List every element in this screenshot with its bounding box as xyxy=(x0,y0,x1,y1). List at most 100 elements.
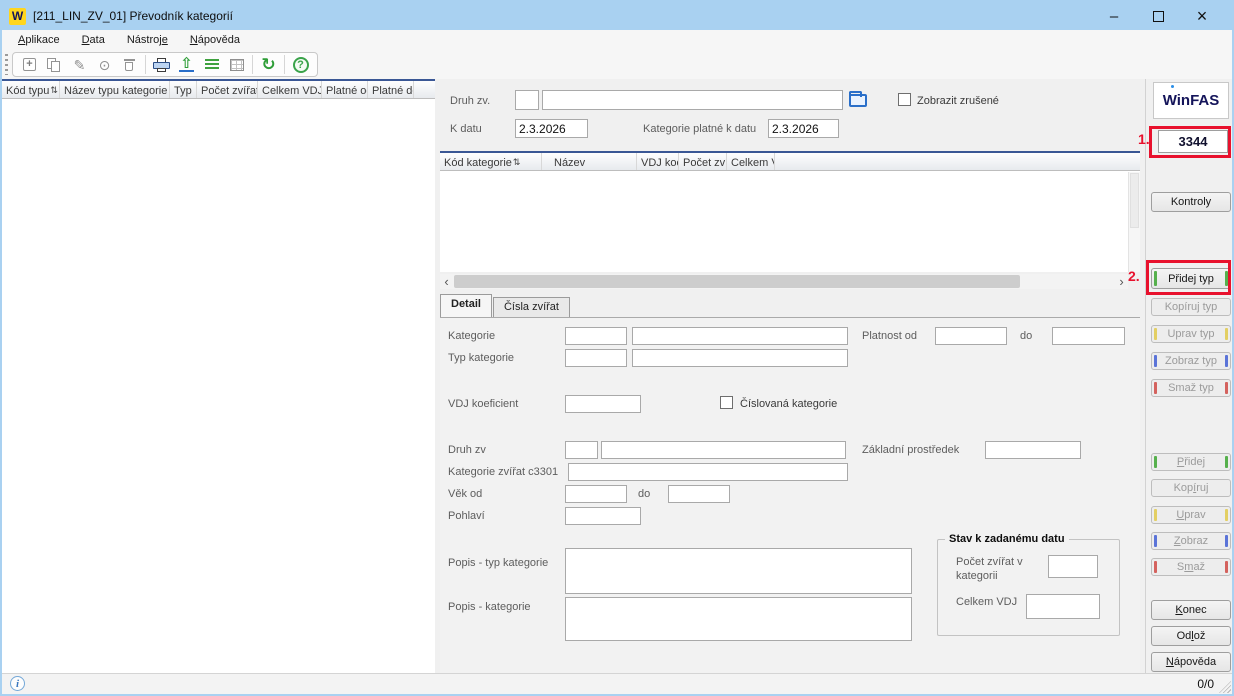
menu-napoveda[interactable]: Nápověda xyxy=(179,31,251,49)
scrollbar-thumb[interactable] xyxy=(454,275,1020,288)
resize-grip[interactable] xyxy=(1219,681,1231,693)
kategorie-name-input[interactable] xyxy=(632,327,848,345)
category-table: Kód kategorie⇅ Název VDJ koef. Počet zví… xyxy=(440,151,1140,272)
scroll-left-arrow[interactable]: ‹ xyxy=(440,275,453,288)
kategorie-platne-input[interactable] xyxy=(768,119,839,138)
druh-zv-detail-name-input[interactable] xyxy=(601,441,846,459)
column-header-celkem-vdj[interactable]: Celkem VDJ xyxy=(258,81,322,98)
column-header-nazev[interactable]: Název xyxy=(542,153,637,170)
column-header-kod-kategorie[interactable]: Kód kategorie⇅ xyxy=(440,153,542,170)
druh-zv-detail-code-input[interactable] xyxy=(565,441,598,459)
zobrazit-zrusene-checkbox[interactable] xyxy=(898,93,911,106)
export-icon[interactable]: ⇧ xyxy=(174,54,199,75)
kontroly-button[interactable]: Kontroly xyxy=(1151,192,1231,212)
task-number-field[interactable]: 3344 xyxy=(1158,130,1228,153)
maximize-button[interactable] xyxy=(1136,2,1180,30)
column-header-pocet-zvirat[interactable]: Počet zvířat xyxy=(197,81,258,98)
vek-do-input[interactable] xyxy=(668,485,730,503)
pohlavi-input[interactable] xyxy=(565,507,641,525)
horizontal-scrollbar[interactable]: ‹ › xyxy=(440,274,1128,289)
column-header-vdj-koef[interactable]: VDJ koef. xyxy=(637,153,679,170)
category-table-vertical-scrollbar[interactable] xyxy=(1128,172,1140,272)
zobraz-button[interactable]: Zobraz xyxy=(1151,532,1231,550)
table-view-icon[interactable] xyxy=(224,54,249,75)
detail-panel: Kategorie Platnost od do Typ kategorie V… xyxy=(440,317,1140,673)
type-table-body[interactable] xyxy=(2,99,435,673)
column-header-typ[interactable]: Typ xyxy=(170,81,197,98)
app-window: W [211_LIN_ZV_01] Převodník kategorií – … xyxy=(0,0,1234,696)
kategorie-platne-label: Kategorie platné k datu xyxy=(643,123,756,135)
menu-aplikace[interactable]: Aplikace xyxy=(7,31,71,49)
print-icon[interactable] xyxy=(149,54,174,75)
refresh-icon-button[interactable]: ↻ xyxy=(256,54,281,75)
folder-open-icon[interactable] xyxy=(849,94,867,107)
druh-zv-code-input[interactable] xyxy=(515,90,539,110)
uprav-typ-button[interactable]: Uprav typ xyxy=(1151,325,1231,343)
celkem-vdj-value-input[interactable] xyxy=(1026,594,1100,619)
pohlavi-label: Pohlaví xyxy=(448,510,485,522)
type-table: Kód typu⇅ Název typu kategorie Typ Počet… xyxy=(2,79,435,673)
type-table-header: Kód typu⇅ Název typu kategorie Typ Počet… xyxy=(2,81,435,99)
zakladni-prostredek-input[interactable] xyxy=(985,441,1081,459)
menu-nastroje[interactable]: Nástroje xyxy=(116,31,179,49)
toolbar-grip[interactable] xyxy=(5,54,8,75)
menu-data[interactable]: Data xyxy=(71,31,116,49)
cislovana-kategorie-checkbox[interactable] xyxy=(720,396,733,409)
winfas-app-icon: W xyxy=(9,8,26,25)
tab-cisla-zvirat[interactable]: Čísla zvířat xyxy=(493,297,570,317)
platnost-do-input[interactable] xyxy=(1052,327,1125,345)
tab-detail[interactable]: Detail xyxy=(440,294,492,317)
column-header-platne-do[interactable]: Platné do xyxy=(368,81,414,98)
vdj-koeficient-input[interactable] xyxy=(565,395,641,413)
popis-typ-textarea[interactable] xyxy=(565,548,912,594)
vdj-koeficient-label: VDJ koeficient xyxy=(448,398,518,410)
smaz-typ-button[interactable]: Smaž typ xyxy=(1151,379,1231,397)
kategorie-zvirat-input[interactable] xyxy=(568,463,848,481)
odloz-button[interactable]: Odlož xyxy=(1151,626,1231,646)
column-header-kod-typu[interactable]: Kód typu⇅ xyxy=(2,81,60,98)
napoveda-button[interactable]: Nápověda xyxy=(1151,652,1231,672)
pocet-zvirat-value-input[interactable] xyxy=(1048,555,1098,578)
edit-record-icon[interactable]: ✎ xyxy=(67,54,92,75)
title-bar: W [211_LIN_ZV_01] Převodník kategorií – … xyxy=(2,2,1232,30)
view-record-icon[interactable]: ⊙ xyxy=(92,54,117,75)
grid-icon xyxy=(230,59,244,71)
vek-od-input[interactable] xyxy=(565,485,627,503)
maximize-icon xyxy=(1153,11,1164,22)
minimize-button[interactable]: – xyxy=(1092,2,1136,30)
category-table-body[interactable] xyxy=(440,171,1140,271)
pridej-button[interactable]: Přidej xyxy=(1151,453,1231,471)
pridej-typ-button[interactable]: Přidej typ xyxy=(1151,268,1231,289)
platnost-od-input[interactable] xyxy=(935,327,1007,345)
kategorie-zvirat-label: Kategorie zvířat c3301 xyxy=(448,466,558,478)
kategorie-code-input[interactable] xyxy=(565,327,627,345)
k-datu-input[interactable] xyxy=(515,119,588,138)
scrollbar-thumb[interactable] xyxy=(1130,173,1139,228)
kopiruj-typ-button[interactable]: Kopíruj typ xyxy=(1151,298,1231,316)
delete-record-icon[interactable] xyxy=(117,54,142,75)
copy-record-icon[interactable] xyxy=(42,54,67,75)
druh-zv-name-input[interactable] xyxy=(542,90,843,110)
smaz-button[interactable]: Smaž xyxy=(1151,558,1231,576)
konec-button[interactable]: Konec xyxy=(1151,600,1231,620)
new-record-icon[interactable]: + xyxy=(17,54,42,75)
column-header-nazev-typu[interactable]: Název typu kategorie xyxy=(60,81,170,98)
close-button[interactable]: × xyxy=(1180,2,1224,30)
scroll-right-arrow[interactable]: › xyxy=(1115,275,1128,288)
column-header-pocet-zvirat[interactable]: Počet zvířat xyxy=(679,153,727,170)
kopiruj-button[interactable]: Kopíruj xyxy=(1151,479,1231,497)
typ-kategorie-name-input[interactable] xyxy=(632,349,848,367)
list-view-icon[interactable] xyxy=(199,54,224,75)
popis-kategorie-textarea[interactable] xyxy=(565,597,912,641)
uprav-button[interactable]: Uprav xyxy=(1151,506,1231,524)
logo-i-dot xyxy=(1171,85,1174,88)
column-header-celkem-vdj[interactable]: Celkem VDJ xyxy=(727,153,775,170)
sort-icon: ⇅ xyxy=(50,86,58,96)
help-icon-button[interactable]: ? xyxy=(288,54,313,75)
typ-kategorie-code-input[interactable] xyxy=(565,349,627,367)
column-label: Kód kategorie xyxy=(444,157,512,169)
column-header-platne-od[interactable]: Platné od xyxy=(322,81,368,98)
toolbar-separator xyxy=(145,55,146,74)
zobraz-typ-button[interactable]: Zobraz typ xyxy=(1151,352,1231,370)
middle-panel: Druh zv. Zobrazit zrušené K datu Kategor… xyxy=(437,79,1145,673)
